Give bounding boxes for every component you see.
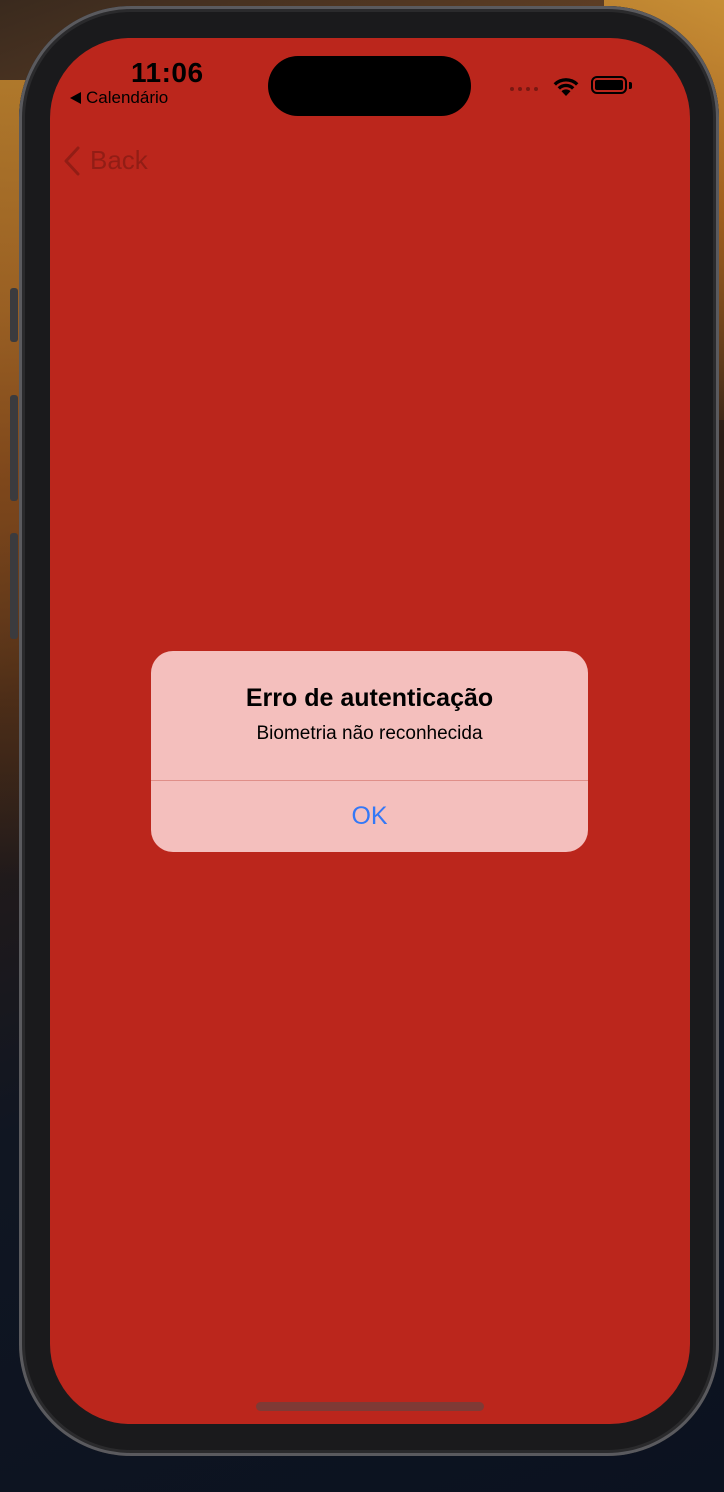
alert-message: Biometria não reconhecida [256, 723, 483, 744]
ok-button[interactable]: OK [151, 781, 588, 852]
status-time: 11:06 [131, 57, 204, 88]
volume-up-button [10, 395, 18, 501]
nav-back-button[interactable]: Back [64, 145, 148, 176]
home-indicator[interactable] [256, 1402, 484, 1411]
dynamic-island [268, 56, 471, 116]
battery-tip [629, 82, 632, 89]
nav-back-label: Back [90, 145, 148, 175]
chevron-left-icon [64, 146, 80, 175]
action-button [10, 288, 18, 342]
back-triangle-icon [70, 92, 81, 104]
cellular-signal-icon [510, 87, 538, 91]
battery-icon [591, 76, 627, 94]
volume-down-button [10, 533, 18, 639]
wifi-icon [553, 78, 579, 96]
alert-dialog: Erro de autenticação Biometria não recon… [151, 651, 588, 852]
back-to-app-label: Calendário [86, 88, 169, 107]
alert-title: Erro de autenticação [245, 684, 494, 712]
back-to-app-link[interactable]: Calendário [70, 88, 168, 108]
